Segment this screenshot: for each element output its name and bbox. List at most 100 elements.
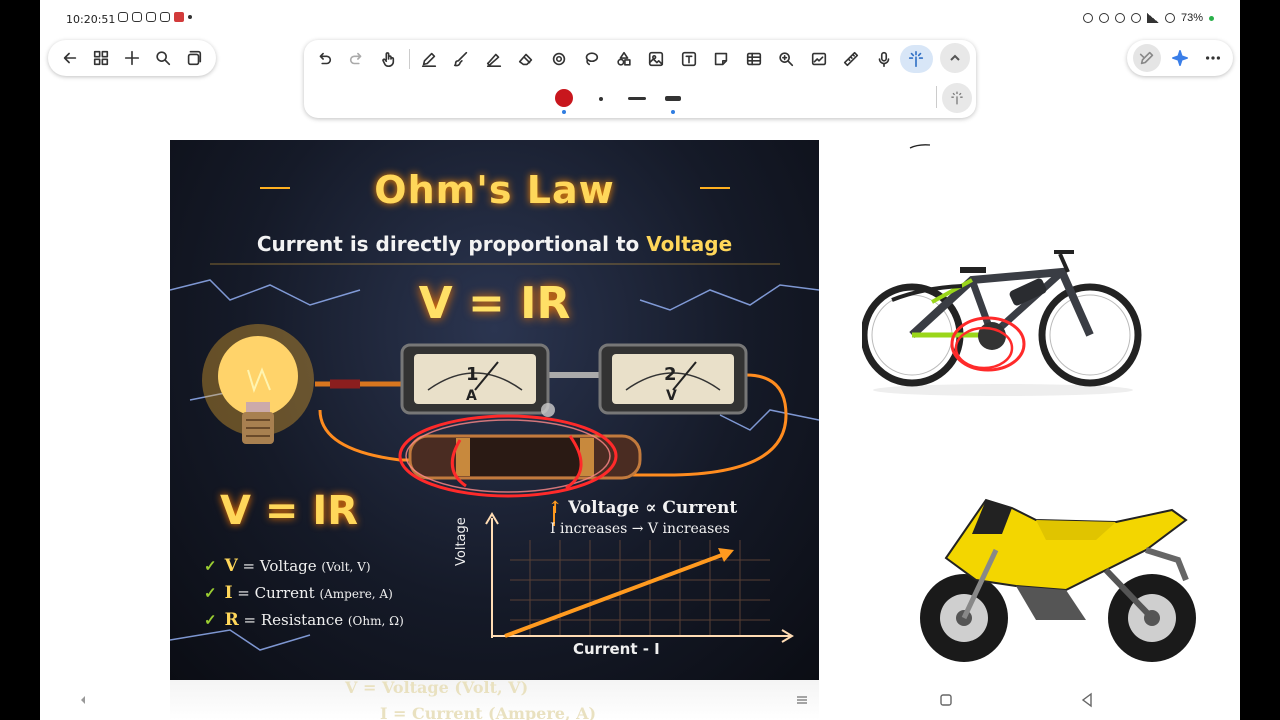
graph-y-label: Voltage: [454, 517, 469, 566]
redo-button[interactable]: [341, 45, 374, 73]
laser-options-button[interactable]: [942, 83, 972, 113]
pages-grid-button[interactable]: [87, 44, 115, 72]
shape-lasso-icon: [585, 52, 599, 66]
nav-prev-icon[interactable]: [78, 692, 88, 708]
proportional-label: ↑ Voltage ∝ Current: [548, 498, 738, 518]
chatgpt-icon: [146, 12, 156, 22]
search-icon: [156, 51, 171, 66]
back-button[interactable]: [56, 44, 84, 72]
redo-icon: [349, 52, 362, 65]
subtitle-prefix: Current is directly proportional to: [256, 232, 647, 256]
stroke-size-small[interactable]: [599, 97, 603, 101]
instagram-icon: [118, 12, 128, 22]
legend-current: ✓ I = Current (Ampere, A): [204, 583, 393, 603]
ink-stroke[interactable]: [908, 142, 932, 150]
highlighter-icon: [486, 53, 501, 68]
status-time: 10:20:51: [66, 13, 116, 26]
signal-icon: [1146, 13, 1159, 23]
microphone-icon: [878, 51, 890, 68]
battery-icon: [1164, 13, 1175, 23]
poster-title: Ohm's Law: [374, 168, 615, 212]
ammeter-unit: A: [466, 388, 477, 404]
ai-assist-button[interactable]: [1166, 44, 1194, 72]
text-box-button[interactable]: [673, 45, 706, 73]
ammeter-number: 1: [466, 364, 479, 385]
ruler-button[interactable]: [835, 45, 868, 73]
add-page-button[interactable]: [118, 44, 146, 72]
ghost-line-1: V = Voltage (Volt, V): [345, 680, 529, 697]
brush-button[interactable]: [445, 45, 478, 73]
chart-icon: [811, 52, 826, 66]
size-selected-indicator: [671, 110, 675, 114]
mute-icon: [1098, 13, 1109, 23]
equation-left: V = IR: [220, 488, 359, 534]
laser-pointer-icon: [909, 50, 924, 68]
ohms-law-poster-image[interactable]: Ohm's Law Current is directly proportion…: [170, 140, 819, 680]
sticky-note-icon: [715, 52, 728, 66]
subtitle-highlight: Voltage: [646, 232, 733, 256]
wifi-icon: [1114, 13, 1125, 23]
equation-top: V = IR: [418, 278, 571, 329]
lasso-select-button[interactable]: [543, 45, 576, 73]
ruler-icon: [844, 51, 859, 67]
pen-icon: [421, 52, 436, 68]
table-icon: [746, 52, 761, 66]
table-button[interactable]: [738, 45, 771, 73]
undo-icon: [319, 52, 332, 65]
lasso-button[interactable]: [575, 45, 608, 73]
notes-app-screen: 10:20:51 73% Ohm's Law Current is direct…: [40, 0, 1240, 720]
pen-button[interactable]: [413, 45, 446, 73]
stroke-size-medium[interactable]: [628, 97, 646, 100]
options-separator: [936, 86, 937, 108]
shapes-icon: [617, 51, 631, 66]
copy-button[interactable]: [180, 44, 208, 72]
battery-percent: 73%: [1180, 12, 1203, 24]
back-nav-icon[interactable]: [1080, 692, 1094, 708]
recent-apps-icon[interactable]: [795, 692, 809, 708]
stroke-size-large[interactable]: [665, 96, 681, 101]
zoom-button[interactable]: [770, 45, 803, 73]
voltmeter-unit: V: [666, 388, 677, 404]
eraser-icon: [519, 53, 533, 66]
hand-select-button[interactable]: [373, 45, 406, 73]
more-notifications-icon: [188, 15, 192, 19]
microphone-button[interactable]: [868, 45, 901, 73]
home-icon[interactable]: [939, 692, 953, 708]
pen-mode-button[interactable]: [1133, 44, 1162, 72]
youtube-icon: [174, 12, 184, 22]
more-options-button[interactable]: [1199, 44, 1227, 72]
legend-voltage: ✓ V = Voltage (Volt, V): [204, 556, 371, 576]
plus-icon: [124, 50, 140, 66]
notification-icons: [118, 12, 192, 22]
search-button[interactable]: [149, 44, 177, 72]
chart-button[interactable]: [803, 45, 836, 73]
hand-select-icon: [382, 52, 395, 68]
laser-pointer-button[interactable]: [900, 45, 933, 73]
right-toolbar: [1127, 40, 1233, 76]
privacy-indicator-icon: [1209, 15, 1214, 21]
image-button[interactable]: [640, 45, 673, 73]
brush-icon: [454, 51, 468, 67]
undo-button[interactable]: [308, 45, 341, 73]
highlighter-button[interactable]: [478, 45, 511, 73]
tool-options-row: [304, 82, 976, 114]
text-box-icon: [681, 51, 696, 67]
ghost-line-2: I = Current (Ampere, A): [380, 704, 597, 720]
sport-motorcycle-image[interactable]: [916, 490, 1206, 670]
increases-label: I increases → V increases: [550, 521, 730, 537]
system-status-icons: 73%: [1082, 12, 1214, 24]
electric-bicycle-image[interactable]: [862, 240, 1144, 400]
drawing-toolbar: [304, 40, 976, 118]
image-icon: [649, 51, 664, 67]
poster-reflection: V = Voltage (Volt, V) I = Current (Amper…: [170, 680, 819, 720]
pen-mode-icon: [1140, 51, 1154, 65]
lasso-select-icon: [552, 52, 565, 66]
pen-color-red-swatch[interactable]: [555, 89, 573, 107]
shapes-button[interactable]: [608, 45, 641, 73]
sticky-note-button[interactable]: [705, 45, 738, 73]
graph-x-label: Current - I: [573, 640, 660, 658]
eraser-button[interactable]: [510, 45, 543, 73]
poster-subtitle: Current is directly proportional to Volt…: [170, 232, 819, 256]
collapse-toolbar-button[interactable]: [940, 43, 970, 73]
navigation-toolbar: [48, 40, 216, 76]
